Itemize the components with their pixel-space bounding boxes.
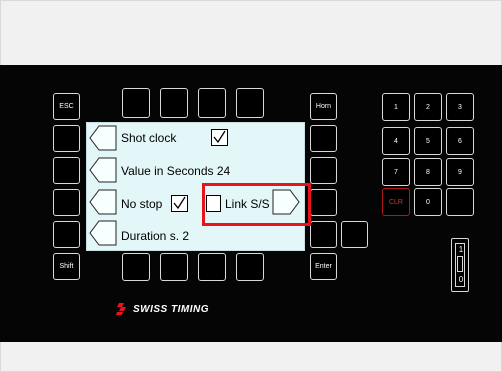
- check-icon: [173, 196, 186, 210]
- softkey-left-2-icon[interactable]: [89, 157, 117, 183]
- check-icon: [213, 130, 226, 144]
- shot-clock-checkbox[interactable]: [211, 129, 228, 146]
- digit-6-key[interactable]: 6: [446, 127, 474, 155]
- duration-label: Duration s. 2: [121, 229, 190, 243]
- digit-3-key[interactable]: 3: [446, 93, 474, 121]
- bottom-key-1[interactable]: [122, 253, 150, 281]
- toggle-slot: 1 0: [455, 243, 465, 287]
- left-key-4[interactable]: [53, 221, 80, 248]
- swiss-timing-logo-icon: [116, 303, 126, 315]
- right-key-1[interactable]: [310, 125, 337, 152]
- right-key-5[interactable]: [341, 221, 368, 248]
- link-ss-highlight-box: [202, 183, 311, 226]
- digit-9-key[interactable]: 9: [446, 158, 474, 186]
- swiss-timing-logo: SWISS TIMING: [115, 303, 209, 315]
- swiss-timing-logo-text: SWISS TIMING: [133, 303, 209, 315]
- bottom-key-2[interactable]: [160, 253, 188, 281]
- digit-7-key[interactable]: 7: [382, 158, 410, 186]
- right-key-2[interactable]: [310, 157, 337, 184]
- top-key-1[interactable]: [122, 88, 150, 118]
- top-key-2[interactable]: [160, 88, 188, 118]
- digit-4-key[interactable]: 4: [382, 127, 410, 155]
- esc-key[interactable]: ESC: [53, 93, 80, 120]
- digit-1-key[interactable]: 1: [382, 93, 410, 121]
- value-in-seconds-label: Value in Seconds 24: [121, 164, 231, 178]
- digit-5-key[interactable]: 5: [414, 127, 442, 155]
- shift-key[interactable]: Shift: [53, 253, 80, 280]
- right-key-3[interactable]: [310, 189, 337, 216]
- toggle-on-label: 1: [458, 245, 464, 254]
- left-key-1[interactable]: [53, 125, 80, 152]
- softkey-left-3-icon[interactable]: [89, 189, 117, 215]
- left-key-2[interactable]: [53, 157, 80, 184]
- clear-key[interactable]: CLR: [382, 188, 410, 216]
- toggle-off-label: 0: [458, 275, 464, 284]
- horn-key[interactable]: Horn: [310, 93, 337, 120]
- digit-0-key[interactable]: 0: [414, 188, 442, 216]
- softkey-left-4-icon[interactable]: [89, 220, 117, 246]
- digit-2-key[interactable]: 2: [414, 93, 442, 121]
- digit-8-key[interactable]: 8: [414, 158, 442, 186]
- numpad-blank-key[interactable]: [446, 188, 474, 216]
- left-key-3[interactable]: [53, 189, 80, 216]
- no-stop-checkbox[interactable]: [171, 195, 188, 212]
- top-key-3[interactable]: [198, 88, 226, 118]
- softkey-left-1-icon[interactable]: [89, 125, 117, 151]
- enter-key[interactable]: Enter: [310, 253, 337, 280]
- right-key-4[interactable]: [310, 221, 337, 248]
- bottom-key-3[interactable]: [198, 253, 226, 281]
- toggle-lever: [457, 256, 463, 272]
- no-stop-label: No stop: [121, 197, 163, 211]
- shot-clock-label: Shot clock: [121, 131, 177, 145]
- top-key-4[interactable]: [236, 88, 264, 118]
- bottom-key-4[interactable]: [236, 253, 264, 281]
- power-toggle-switch[interactable]: 1 0: [451, 238, 469, 292]
